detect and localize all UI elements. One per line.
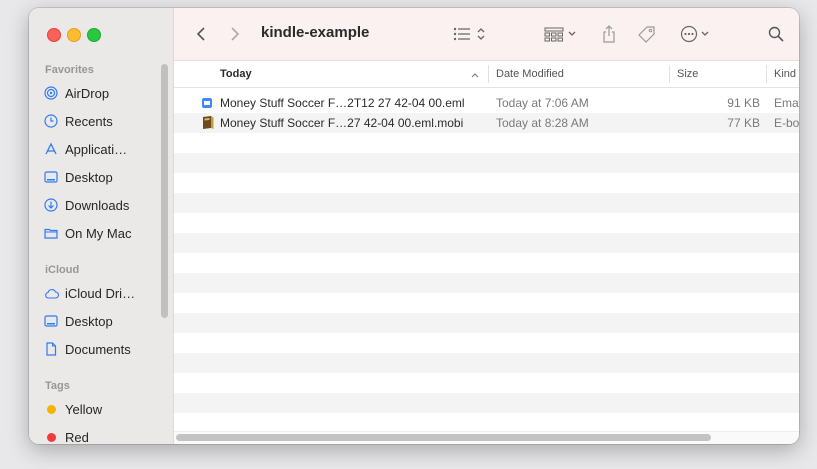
- sidebar-item-label: Yellow: [65, 401, 103, 417]
- sort-chevron-up-icon: [471, 69, 479, 81]
- icloud-section-label: iCloud: [45, 264, 80, 276]
- sidebar-item-label: Downloads: [65, 197, 130, 213]
- sidebar-item-desktop[interactable]: Desktop: [43, 166, 113, 188]
- applications-icon: [43, 141, 59, 157]
- document-icon: [43, 341, 59, 357]
- tag-button[interactable]: [636, 24, 658, 44]
- sidebar-item-label: Red: [65, 429, 89, 445]
- file-size: 91 KB: [727, 96, 760, 110]
- sidebar-tag-yellow[interactable]: Yellow: [43, 398, 102, 420]
- column-header: Today Date Modified Size Kind: [174, 61, 799, 88]
- forward-button[interactable]: [226, 24, 244, 44]
- chevron-right-icon: [231, 27, 240, 41]
- ellipsis-circle-icon: [680, 25, 709, 43]
- view-list-button[interactable]: [452, 24, 490, 44]
- sidebar-item-airdrop[interactable]: AirDrop: [43, 82, 109, 104]
- sidebar-item-documents[interactable]: Documents: [43, 338, 131, 360]
- sidebar-item-label: On My Mac: [65, 225, 132, 241]
- horizontal-scrollbar[interactable]: [176, 434, 711, 441]
- toolbar: kindle-example: [174, 8, 799, 61]
- yellow-tag-dot-icon: [46, 404, 56, 414]
- sidebar-item-icloud-drive[interactable]: iCloud Dri…: [43, 282, 135, 304]
- sidebar-item-downloads[interactable]: Downloads: [43, 194, 129, 216]
- downloads-icon: [43, 197, 59, 213]
- minimize-window-button[interactable]: [67, 28, 81, 42]
- sidebar-scrollbar[interactable]: [161, 64, 168, 318]
- table-row[interactable]: Money Stuff Soccer F…2T12 27 42-04 00.em…: [174, 93, 799, 113]
- search-icon: [768, 26, 784, 42]
- group-by-button[interactable]: [543, 24, 579, 44]
- cloud-icon: [43, 285, 59, 301]
- sidebar-item-applications[interactable]: Applicati…: [43, 138, 127, 160]
- sidebar-item-label: Desktop: [65, 169, 113, 185]
- sidebar-item-recents[interactable]: Recents: [43, 110, 113, 132]
- ebook-file-icon: [201, 115, 215, 133]
- sidebar-item-on-my-mac[interactable]: On My Mac: [43, 222, 131, 244]
- share-icon: [603, 25, 615, 43]
- file-kind: Ema: [774, 96, 799, 110]
- file-date: Today at 8:28 AM: [496, 116, 589, 130]
- file-kind: E-bo: [774, 116, 799, 130]
- close-window-button[interactable]: [47, 28, 61, 42]
- column-date-header[interactable]: Date Modified: [496, 68, 564, 80]
- favorites-section-label: Favorites: [45, 64, 94, 76]
- column-name-header[interactable]: Today: [220, 68, 252, 80]
- finder-window: Favorites AirDrop Recents Applicati… Des…: [29, 8, 799, 444]
- window-title: kindle-example: [261, 24, 370, 41]
- sidebar-item-label: Documents: [65, 341, 131, 357]
- folder-icon: [43, 225, 59, 241]
- tag-icon: [638, 26, 655, 43]
- column-kind-header[interactable]: Kind: [774, 68, 796, 80]
- back-button[interactable]: [192, 24, 210, 44]
- sidebar-item-label: iCloud Dri…: [65, 285, 136, 301]
- red-tag-dot-icon: [46, 432, 56, 442]
- sidebar-item-label: AirDrop: [65, 85, 110, 101]
- mail-file-icon: [201, 97, 213, 112]
- table-row[interactable]: Money Stuff Soccer F…27 42-04 00.eml.mob…: [174, 113, 799, 133]
- file-size: 77 KB: [727, 116, 760, 130]
- desktop-icon: [43, 169, 59, 185]
- sidebar-item-label: Recents: [65, 113, 113, 129]
- column-size-header[interactable]: Size: [677, 68, 698, 80]
- search-button[interactable]: [766, 24, 786, 44]
- airdrop-icon: [43, 85, 59, 101]
- sidebar-item-label: Desktop: [65, 313, 113, 329]
- list-view-icon: [453, 27, 485, 41]
- desktop-icon: [43, 313, 59, 329]
- file-list: Money Stuff Soccer F…2T12 27 42-04 00.em…: [174, 88, 799, 431]
- sidebar-tag-red[interactable]: Red: [43, 426, 89, 444]
- grid-view-icon: [544, 27, 576, 42]
- tags-section-label: Tags: [45, 380, 70, 392]
- chevron-left-icon: [196, 27, 205, 41]
- sidebar-item-icloud-desktop[interactable]: Desktop: [43, 310, 113, 332]
- sidebar: Favorites AirDrop Recents Applicati… Des…: [29, 8, 174, 444]
- file-date: Today at 7:06 AM: [496, 96, 589, 110]
- sidebar-item-label: Applicati…: [65, 141, 128, 157]
- file-name: Money Stuff Soccer F…27 42-04 00.eml.mob…: [220, 116, 464, 130]
- zoom-window-button[interactable]: [87, 28, 101, 42]
- share-button[interactable]: [599, 24, 619, 44]
- file-name: Money Stuff Soccer F…2T12 27 42-04 00.em…: [220, 96, 465, 110]
- clock-icon: [43, 113, 59, 129]
- more-actions-button[interactable]: [679, 24, 715, 44]
